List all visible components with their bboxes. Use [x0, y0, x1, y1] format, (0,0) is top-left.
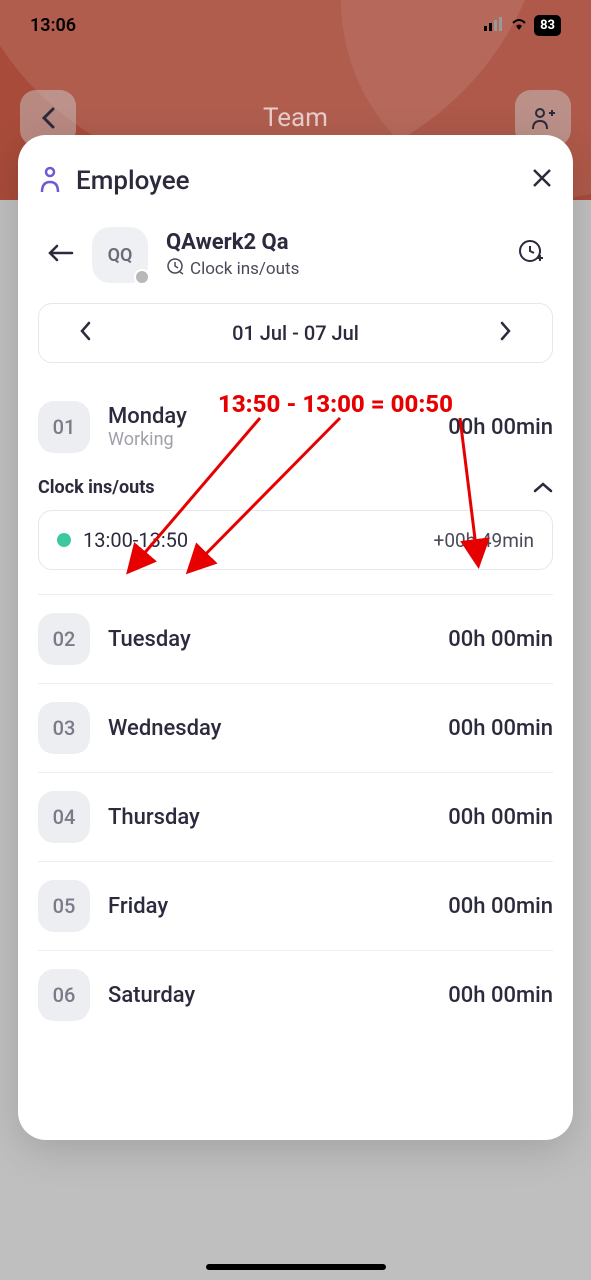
clock-icon: [166, 257, 184, 280]
status-right: 83: [484, 15, 561, 36]
clock-expand-section: Clock ins/outs 13:00-13:50 +00h 49min: [38, 471, 553, 580]
employee-name: QAwerk2 Qa: [166, 230, 499, 255]
day-number: 02: [38, 613, 90, 665]
day-status: Working: [108, 429, 430, 450]
status-dot: [134, 269, 150, 285]
add-clock-button[interactable]: [517, 238, 545, 272]
status-dot-green: [57, 533, 71, 547]
modal-header: Employee: [38, 165, 553, 197]
day-total: 00h 00min: [448, 894, 553, 919]
day-number: 01: [38, 401, 90, 453]
day-name: Monday: [108, 404, 430, 429]
date-range-text: 01 Jul - 07 Jul: [232, 321, 359, 345]
chevron-right-icon[interactable]: [500, 321, 512, 346]
expand-title: Clock ins/outs: [38, 477, 155, 498]
clock-entry-range: 13:00-13:50: [83, 528, 422, 552]
employee-row: QQ QAwerk2 Qa Clock ins/outs: [38, 227, 553, 283]
modal-title: Employee: [76, 166, 190, 196]
close-icon[interactable]: [531, 166, 553, 196]
clock-entry-duration: +00h 49min: [434, 529, 534, 552]
day-total: 00h 00min: [448, 805, 553, 830]
day-row[interactable]: 06 Saturday 00h 00min: [38, 951, 553, 1039]
avatar: QQ: [92, 227, 148, 283]
day-row[interactable]: 01 Monday Working 00h 00min: [38, 383, 553, 471]
date-range-selector[interactable]: 01 Jul - 07 Jul: [38, 303, 553, 363]
day-row[interactable]: 02 Tuesday 00h 00min: [38, 595, 553, 684]
day-name: Wednesday: [108, 716, 430, 741]
day-name: Saturday: [108, 983, 430, 1008]
day-row[interactable]: 03 Wednesday 00h 00min: [38, 684, 553, 773]
day-total: 00h 00min: [448, 627, 553, 652]
day-name: Thursday: [108, 805, 430, 830]
home-indicator: [206, 1264, 386, 1270]
employee-modal: Employee QQ QAwerk2 Qa Clock ins/outs: [18, 135, 573, 1140]
nav-title: Team: [263, 103, 328, 133]
day-total: 00h 00min: [448, 983, 553, 1008]
person-icon: [38, 165, 62, 197]
back-arrow-icon[interactable]: [46, 241, 74, 269]
day-number: 03: [38, 702, 90, 754]
chevron-left-icon[interactable]: [79, 321, 91, 346]
employee-subtitle: Clock ins/outs: [190, 259, 299, 279]
day-total: 00h 00min: [448, 415, 553, 440]
day-number: 05: [38, 880, 90, 932]
day-row[interactable]: 05 Friday 00h 00min: [38, 862, 553, 951]
day-row[interactable]: 04 Thursday 00h 00min: [38, 773, 553, 862]
chevron-up-icon[interactable]: [533, 478, 553, 497]
wifi-icon: [510, 15, 528, 36]
day-name: Tuesday: [108, 627, 430, 652]
signal-icon: [484, 15, 504, 36]
clock-entry[interactable]: 13:00-13:50 +00h 49min: [38, 510, 553, 570]
battery-icon: 83: [534, 15, 561, 36]
day-total: 00h 00min: [448, 716, 553, 741]
day-name: Friday: [108, 894, 430, 919]
status-time: 13:06: [30, 15, 76, 36]
day-number: 06: [38, 969, 90, 1021]
status-bar: 13:06 83: [0, 0, 591, 50]
day-number: 04: [38, 791, 90, 843]
